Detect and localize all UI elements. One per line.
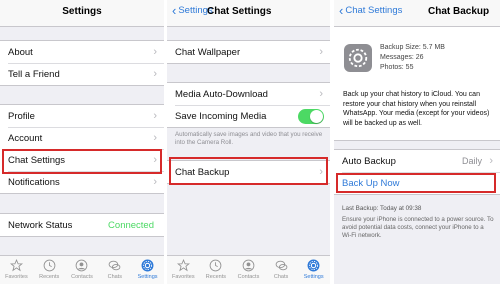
backup-stats: Backup Size: 5.7 MB Messages: 26 Photos:… [380, 43, 445, 73]
tab-favorites[interactable]: Favorites [1, 256, 31, 280]
chevron-right-icon: › [319, 88, 323, 100]
settings-item-profile[interactable]: Profile › [0, 105, 164, 127]
tab-recents[interactable]: Recents [201, 256, 231, 280]
tab-settings[interactable]: Settings [299, 256, 329, 280]
tab-label: Contacts [71, 274, 93, 280]
save-media-note: Automatically save images and video that… [175, 131, 323, 146]
settings-item-label: Tell a Friend [8, 68, 60, 80]
media-group: Media Auto-Download › Save Incoming Medi… [167, 82, 330, 128]
tab-label: Chats [273, 274, 289, 280]
row-label: Media Auto-Download [175, 88, 268, 100]
messages-count: Messages: 26 [380, 54, 424, 61]
page-title: Chat Settings [207, 6, 272, 17]
tab-label: Recents [205, 274, 226, 280]
auto-backup-value: Daily [461, 156, 482, 166]
settings-item-about[interactable]: About › [0, 41, 164, 63]
chat-backup-screen: ‹ Chat Settings Chat Backup Backup Size:… [334, 0, 500, 284]
page-title: Settings [62, 6, 102, 17]
tab-chats[interactable]: Chats [266, 256, 296, 280]
settings-item-tell-a-friend[interactable]: Tell a Friend › [0, 63, 164, 85]
network-group: Network Status Connected [0, 213, 164, 237]
settings-item-label: Profile [8, 110, 35, 122]
media-auto-download-row[interactable]: Media Auto-Download › [167, 83, 330, 105]
page-title: Chat Backup [428, 6, 490, 17]
highlight-box [336, 173, 496, 193]
row-label: Chat Wallpaper [175, 46, 241, 58]
tab-label: Favorites [5, 274, 28, 280]
last-backup-time: Last Backup: Today at 09:38 [342, 205, 422, 212]
tab-label: Settings [137, 274, 158, 280]
tab-label: Chats [107, 274, 122, 280]
tab-label: Favorites [171, 274, 195, 280]
settings-item-notifications[interactable]: Notifications › [0, 171, 164, 193]
save-incoming-media-row: Save Incoming Media [167, 105, 330, 127]
chevron-left-icon: ‹ [172, 2, 177, 18]
chevron-right-icon: › [319, 46, 323, 58]
toggle-knob [310, 110, 323, 123]
tab-favorites[interactable]: Favorites [168, 256, 198, 280]
backup-description: Back up your chat history to iCloud. You… [343, 91, 490, 127]
tab-bar: Favorites Recents Contacts Chats Setting… [167, 255, 330, 284]
chevron-right-icon: › [153, 68, 157, 80]
back-button[interactable]: ‹ Chat Settings [339, 2, 403, 18]
nav-bar: ‹ Settings Chat Settings [167, 0, 330, 27]
settings-item-label: Notifications [8, 176, 60, 188]
tab-chats[interactable]: Chats [100, 256, 130, 280]
photos-count: Photos: 55 [380, 64, 414, 71]
back-button-label: Chat Settings [345, 5, 403, 16]
settings-screen: Settings About › Tell a Friend › Profile… [0, 0, 164, 284]
chat-settings-screen: ‹ Settings Chat Settings Chat Wallpaper … [167, 0, 330, 284]
chevron-right-icon: › [153, 132, 157, 144]
chevron-right-icon: › [489, 155, 493, 167]
chevron-left-icon: ‹ [339, 2, 344, 18]
star-icon [9, 259, 23, 272]
gear-icon [141, 259, 154, 272]
wallpaper-group: Chat Wallpaper › [167, 40, 330, 64]
tab-label: Settings [303, 274, 324, 280]
tab-label: Recents [39, 274, 60, 280]
person-icon [75, 259, 88, 272]
tab-contacts[interactable]: Contacts [233, 256, 263, 280]
tab-contacts[interactable]: Contacts [67, 256, 97, 280]
clock-icon [209, 259, 222, 272]
settings-item-account[interactable]: Account › [0, 127, 164, 149]
chat-bubbles-icon [108, 259, 121, 272]
nav-bar: Settings [0, 0, 164, 27]
highlight-box [2, 149, 162, 174]
tab-label: Contacts [237, 274, 260, 280]
network-status-row: Network Status Connected [0, 214, 164, 236]
auto-backup-row[interactable]: Auto Backup Daily › [334, 150, 500, 172]
backup-size: Backup Size: 5.7 MB [380, 44, 445, 51]
gear-icon [307, 259, 320, 272]
tab-recents[interactable]: Recents [34, 256, 64, 280]
nav-bar: ‹ Chat Settings Chat Backup [334, 0, 500, 27]
settings-item-label: About [8, 46, 33, 58]
chat-wallpaper-row[interactable]: Chat Wallpaper › [167, 41, 330, 63]
chevron-right-icon: › [153, 110, 157, 122]
clock-icon [43, 259, 56, 272]
settings-gear-icon [344, 44, 372, 72]
auto-backup-label: Auto Backup [342, 155, 396, 167]
network-status-value: Connected [108, 219, 154, 231]
tab-bar: Favorites Recents Contacts Chats Setting… [0, 255, 164, 284]
save-incoming-media-toggle[interactable] [298, 109, 324, 124]
backup-info-card: Backup Size: 5.7 MB Messages: 26 Photos:… [334, 27, 500, 141]
chat-bubbles-icon [275, 259, 288, 272]
star-icon [176, 259, 190, 272]
backup-footer-note: Ensure your iPhone is connected to a pow… [342, 216, 494, 239]
chevron-right-icon: › [153, 176, 157, 188]
settings-item-label: Account [8, 132, 43, 144]
person-icon [242, 259, 255, 272]
info-group: About › Tell a Friend › [0, 40, 164, 86]
network-status-label: Network Status [8, 219, 73, 231]
tab-settings[interactable]: Settings [133, 256, 163, 280]
chevron-right-icon: › [153, 46, 157, 58]
highlight-box [169, 157, 328, 185]
